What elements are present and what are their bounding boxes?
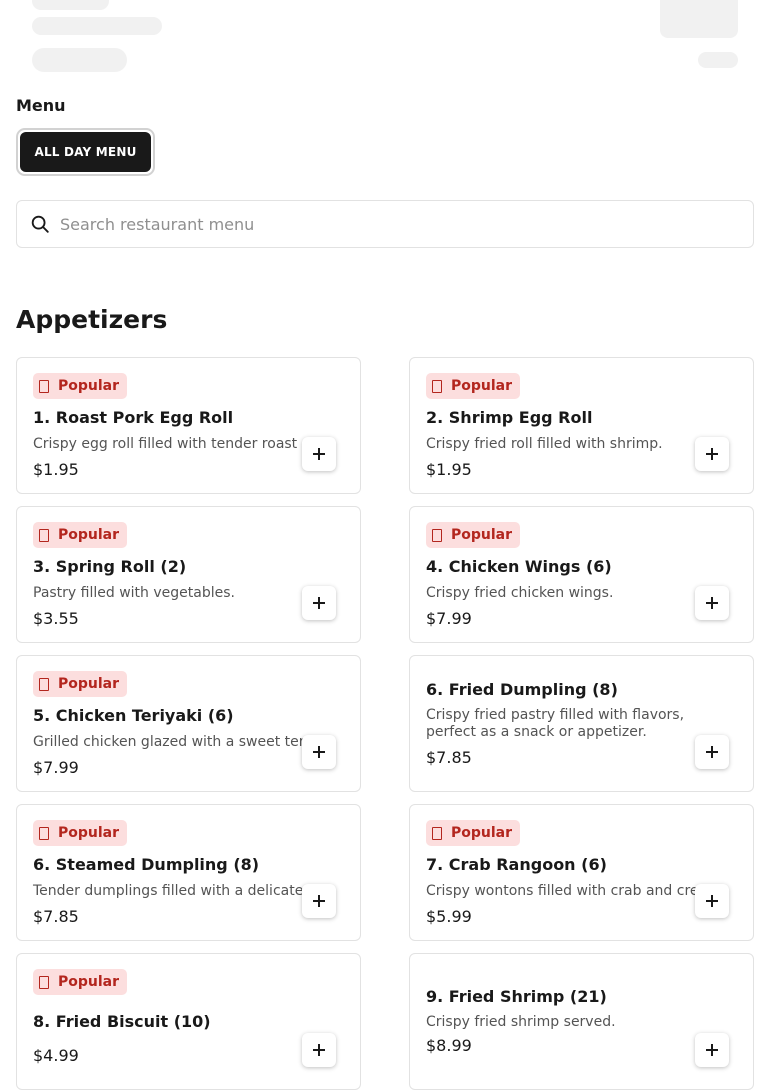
item-price: $1.95: [426, 460, 472, 479]
item-name: 9. Fried Shrimp (21): [426, 987, 607, 1006]
plus-icon: [313, 746, 325, 758]
plus-icon: [313, 448, 325, 460]
add-to-cart-button[interactable]: [302, 437, 336, 471]
item-price: $1.95: [33, 460, 79, 479]
item-name: 7. Crab Rangoon (6): [426, 855, 607, 874]
item-description: Crispy wontons filled with crab and cre: [426, 883, 699, 899]
search-icon: [31, 215, 49, 233]
menu-item-card[interactable]: Popular 8. Fried Biscuit (10) $4.99: [16, 953, 361, 1090]
item-description: Tender dumplings filled with a delicate: [33, 883, 304, 899]
add-to-cart-button[interactable]: [695, 735, 729, 769]
plus-icon: [706, 746, 718, 758]
item-description: Pastry filled with vegetables.: [33, 585, 235, 601]
item-name: 8. Fried Biscuit (10): [33, 1012, 211, 1031]
skeleton-placeholder: [32, 17, 162, 35]
popular-badge-label: Popular: [451, 527, 513, 543]
popular-badge-icon: [39, 379, 49, 393]
item-name: 6. Fried Dumpling (8): [426, 680, 618, 699]
add-to-cart-button[interactable]: [695, 586, 729, 620]
popular-badge-icon: [432, 826, 442, 840]
popular-badge: Popular: [426, 522, 521, 548]
item-description: Crispy fried pastry filled with flavors,…: [426, 707, 685, 740]
popular-badge-label: Popular: [58, 676, 120, 692]
add-to-cart-button[interactable]: [695, 437, 729, 471]
item-price: $7.99: [33, 758, 79, 777]
item-price: $4.99: [33, 1046, 79, 1065]
item-name: 6. Steamed Dumpling (8): [33, 855, 260, 874]
item-description: Crispy fried chicken wings.: [426, 585, 614, 601]
item-description: Grilled chicken glazed with a sweet ter: [33, 734, 305, 750]
popular-badge-label: Popular: [58, 825, 120, 841]
popular-badge-label: Popular: [58, 527, 120, 543]
menu-item-card[interactable]: Popular 2. Shrimp Egg Roll Crispy fried ro…: [409, 357, 754, 494]
plus-icon: [313, 1044, 325, 1056]
item-name: 1. Roast Pork Egg Roll: [33, 408, 234, 427]
popular-badge-icon: [39, 677, 49, 691]
menu-heading: Menu: [16, 96, 66, 115]
popular-badge-label: Popular: [58, 974, 120, 990]
menu-item-card[interactable]: Popular 6. Steamed Dumpling (8) Tender dum…: [16, 804, 361, 941]
item-description: Crispy fried roll filled with shrimp.: [426, 436, 663, 452]
popular-badge: Popular: [33, 969, 128, 995]
plus-icon: [313, 597, 325, 609]
add-to-cart-button[interactable]: [302, 1033, 336, 1067]
add-to-cart-button[interactable]: [302, 884, 336, 918]
tab-label: ALL DAY MENU: [20, 132, 151, 172]
item-price: $7.99: [426, 609, 472, 628]
popular-badge: Popular: [33, 522, 128, 548]
plus-icon: [706, 895, 718, 907]
item-description: Crispy fried shrimp served.: [426, 1014, 616, 1030]
tab-all-day-menu[interactable]: ALL DAY MENU: [16, 128, 155, 176]
item-price: $5.99: [426, 907, 472, 926]
add-to-cart-button[interactable]: [695, 1033, 729, 1067]
popular-badge: Popular: [33, 671, 128, 697]
item-price: $7.85: [426, 748, 472, 767]
menu-item-card[interactable]: Popular 1. Roast Pork Egg Roll Crispy egg …: [16, 357, 361, 494]
search-bar[interactable]: [16, 200, 754, 248]
popular-badge: Popular: [33, 373, 128, 399]
skeleton-placeholder: [32, 48, 127, 72]
item-name: 2. Shrimp Egg Roll: [426, 408, 593, 427]
add-to-cart-button[interactable]: [302, 735, 336, 769]
popular-badge-icon: [39, 528, 49, 542]
skeleton-placeholder: [698, 52, 738, 68]
plus-icon: [706, 1044, 718, 1056]
menu-item-card[interactable]: Popular 5. Chicken Teriyaki (6) Grilled ch…: [16, 655, 361, 792]
popular-badge-label: Popular: [451, 378, 513, 394]
plus-icon: [313, 895, 325, 907]
popular-badge-label: Popular: [58, 378, 120, 394]
menu-item-card[interactable]: Popular 4. Chicken Wings (6) Crispy fried …: [409, 506, 754, 643]
popular-badge-icon: [432, 379, 442, 393]
popular-badge: Popular: [426, 373, 521, 399]
skeleton-placeholder: [660, 0, 738, 38]
search-input[interactable]: [60, 201, 753, 247]
add-to-cart-button[interactable]: [302, 586, 336, 620]
popular-badge-icon: [432, 528, 442, 542]
item-price: $3.55: [33, 609, 79, 628]
menu-item-card[interactable]: 6. Fried Dumpling (8) Crispy fried pastry…: [409, 655, 754, 792]
item-price: $8.99: [426, 1036, 472, 1055]
menu-item-card[interactable]: Popular 7. Crab Rangoon (6) Crispy wontons…: [409, 804, 754, 941]
menu-item-card[interactable]: Popular 3. Spring Roll (2) Pastry filled w…: [16, 506, 361, 643]
plus-icon: [706, 597, 718, 609]
skeleton-placeholder: [32, 0, 109, 10]
popular-badge-icon: [39, 826, 49, 840]
item-description: Crispy egg roll filled with tender roast: [33, 436, 298, 452]
add-to-cart-button[interactable]: [695, 884, 729, 918]
item-name: 5. Chicken Teriyaki (6): [33, 706, 234, 725]
popular-badge: Popular: [33, 820, 128, 846]
plus-icon: [706, 448, 718, 460]
menu-item-card[interactable]: 9. Fried Shrimp (21) Crispy fried shrimp …: [409, 953, 754, 1090]
item-name: 3. Spring Roll (2): [33, 557, 187, 576]
popular-badge: Popular: [426, 820, 521, 846]
item-price: $7.85: [33, 907, 79, 926]
section-title-appetizers: Appetizers: [16, 305, 168, 334]
popular-badge-icon: [39, 975, 49, 989]
item-name: 4. Chicken Wings (6): [426, 557, 612, 576]
popular-badge-label: Popular: [451, 825, 513, 841]
